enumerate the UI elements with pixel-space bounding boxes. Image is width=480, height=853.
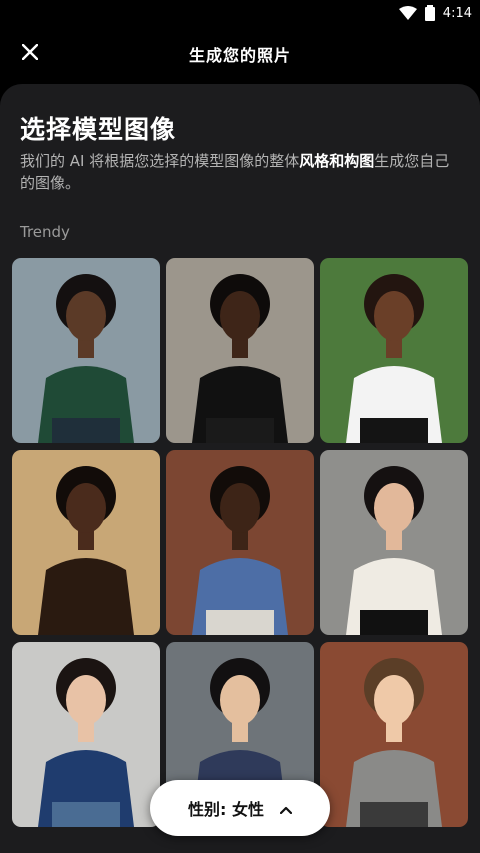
model-image-1[interactable] [12, 258, 160, 443]
model-image-grid [0, 84, 480, 853]
gender-selector-button[interactable]: 性别: 女性 [150, 780, 330, 836]
battery-icon [424, 5, 435, 21]
model-image-9[interactable] [320, 642, 468, 827]
model-image-6[interactable] [320, 450, 468, 635]
close-button[interactable] [14, 38, 46, 70]
model-sheet: 选择模型图像 我们的 AI 将根据您选择的模型图像的整体风格和构图生成您自己的图… [0, 84, 480, 853]
gender-label: 性别: 女性 [188, 800, 264, 819]
model-image-2[interactable] [166, 258, 314, 443]
top-bar: 生成您的照片 [0, 26, 480, 82]
status-time: 4:14 [442, 5, 472, 21]
page-title: 生成您的照片 [188, 46, 291, 65]
model-image-4[interactable] [12, 450, 160, 635]
model-image-7[interactable] [12, 642, 160, 827]
model-image-3[interactable] [320, 258, 468, 443]
model-image-5[interactable] [166, 450, 314, 635]
status-bar: 4:14 [0, 0, 480, 26]
close-icon [21, 43, 39, 64]
wifi-icon [398, 6, 417, 20]
chevron-up-icon [279, 799, 293, 818]
